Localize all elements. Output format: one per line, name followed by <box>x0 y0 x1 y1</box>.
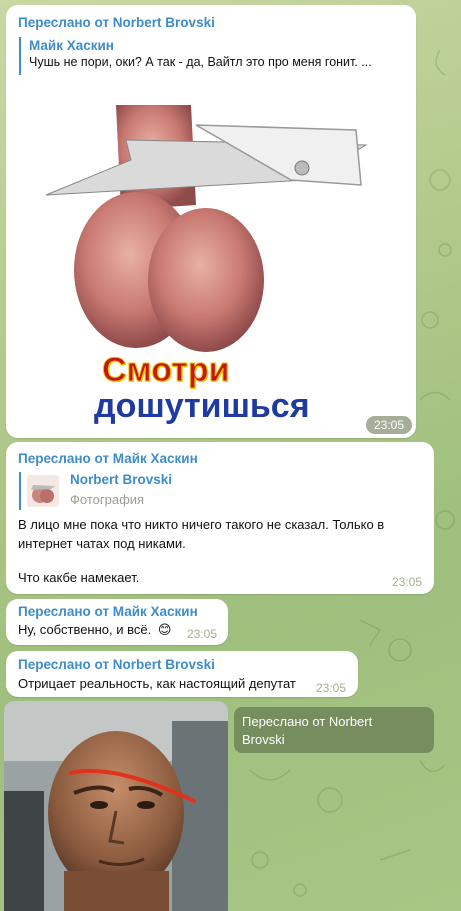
forwarded-from-label[interactable]: Переслано от Norbert Brovski <box>18 15 215 30</box>
reply-quote[interactable]: Norbert Brovski Фотография <box>19 472 289 510</box>
forwarded-from-label[interactable]: Переслано от Майк Хаскин <box>18 451 198 466</box>
message-time: 23:05 <box>316 681 347 695</box>
forwarded-from-label: Brovski <box>242 732 285 747</box>
forwarded-from-label: Переслано от Norbert <box>242 714 373 729</box>
message-image[interactable]: Смотри дошутишься 23:05 <box>6 85 416 438</box>
message-bubble[interactable]: Переслано от Майк Хаскин Ну, собственно,… <box>6 599 228 645</box>
message-time: 23:05 <box>366 416 413 434</box>
photo-message[interactable] <box>4 701 228 911</box>
meme-caption-line2: дошутишься <box>94 387 310 425</box>
forwarded-from-label[interactable]: Переслано от Майк Хаскин <box>18 604 198 619</box>
forwarded-from-label[interactable]: Переслано от Norbert Brovski <box>18 657 215 672</box>
message-text-content: Ну, собственно, и всё. <box>18 622 152 637</box>
message-text: Отрицает реальность, как настоящий депут… <box>18 676 296 691</box>
message-bubble[interactable]: Переслано от Norbert Brovski Отрицает ре… <box>6 651 358 697</box>
message-bubble[interactable]: Переслано от Norbert Brovski Майк Хаскин… <box>6 5 416 438</box>
quote-text: Чушь не пори, оки? А так - да, Вайтл это… <box>29 55 372 69</box>
quote-author: Norbert Brovski <box>70 472 173 487</box>
smile-emoji-icon: 😊 <box>157 622 172 637</box>
message-time: 23:05 <box>187 627 218 641</box>
quote-author: Майк Хаскин <box>29 38 114 53</box>
reply-quote[interactable]: Майк Хаскин Чушь не пори, оки? А так - д… <box>19 37 409 75</box>
photo-image <box>4 701 228 911</box>
message-text-line: интернет чатах под никами. <box>18 536 186 551</box>
message-text: Ну, собственно, и всё. 😊 <box>18 620 171 640</box>
quote-subtitle: Фотография <box>70 492 145 507</box>
message-time: 23:05 <box>392 575 423 589</box>
forwarded-from-pill[interactable]: Переслано от Norbert Brovski <box>234 707 434 753</box>
meme-caption-line1: Смотри <box>102 351 230 390</box>
message-text-line: В лицо мне пока что никто ничего такого … <box>18 517 385 532</box>
message-text-line: Что какбе намекает. <box>18 570 140 585</box>
message-bubble[interactable]: Переслано от Майк Хаскин Norbert Brovski… <box>6 442 434 594</box>
quote-thumbnail <box>27 475 59 507</box>
